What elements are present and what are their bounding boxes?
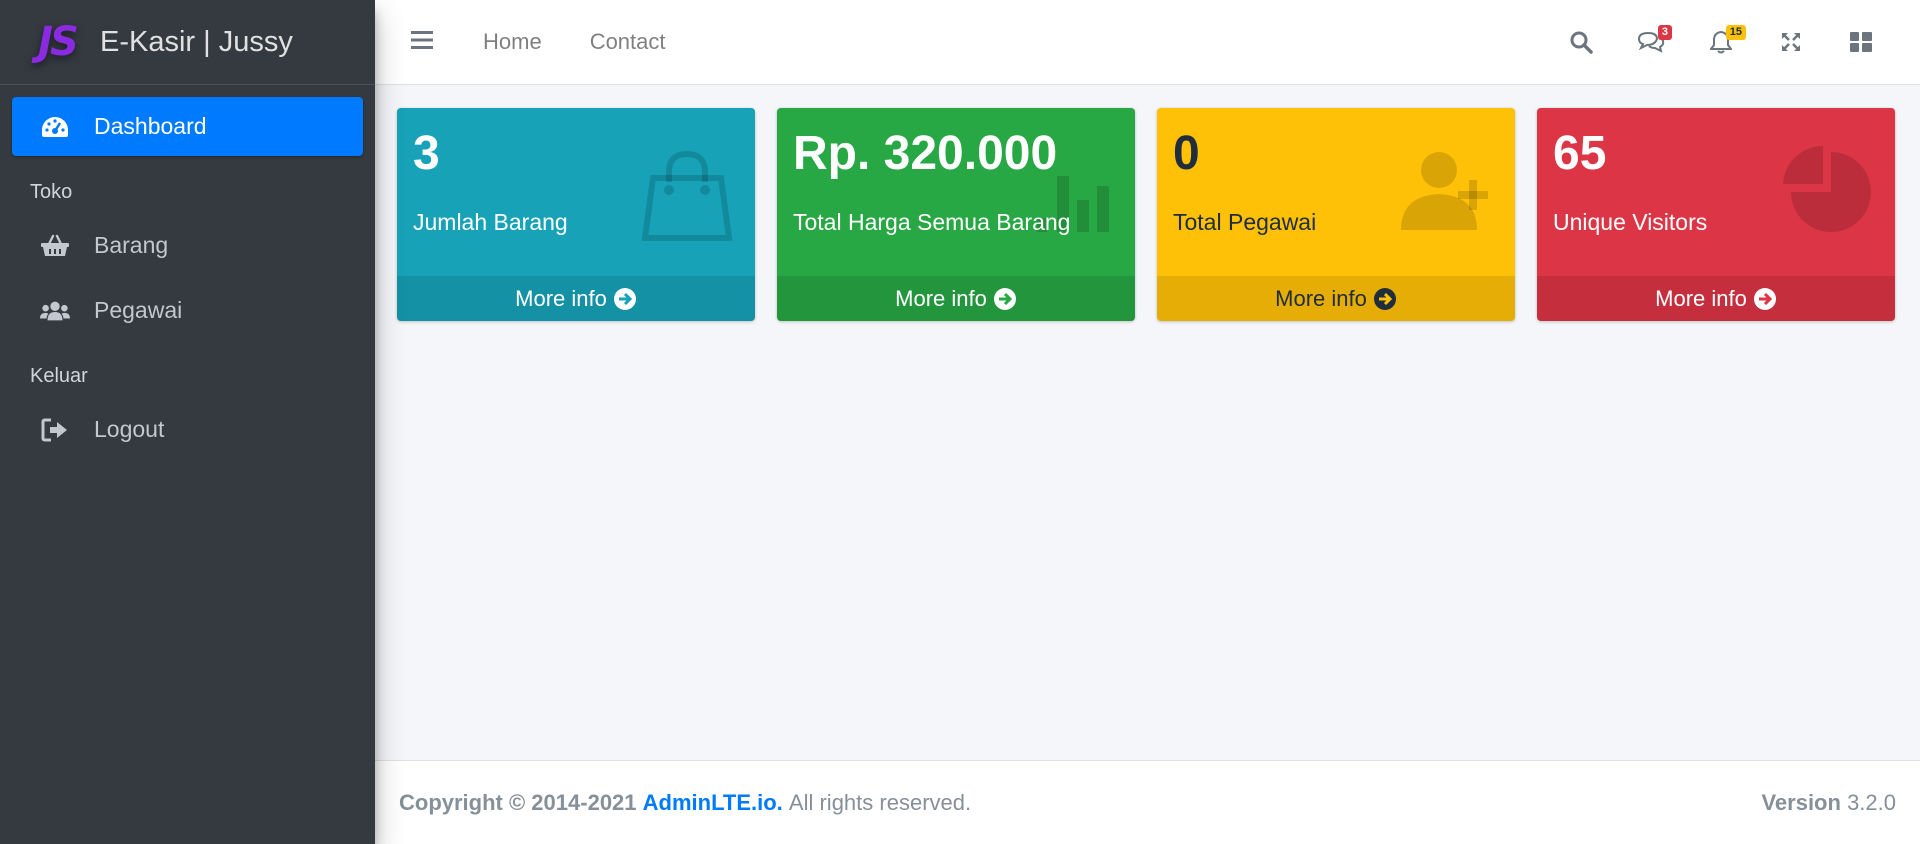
messages-icon[interactable]: 3 — [1616, 17, 1686, 67]
card-value: Rp. 320.000 — [793, 127, 1058, 180]
navbar-right: 3 15 — [1546, 17, 1896, 67]
arrow-circle-right-icon — [993, 287, 1017, 311]
search-icon[interactable] — [1546, 17, 1616, 67]
fullscreen-icon[interactable] — [1756, 17, 1826, 67]
arrow-circle-right-icon — [613, 287, 637, 311]
tachometer-icon — [40, 113, 70, 141]
sidebar-nav: Dashboard Toko Barang Pegawai Keluar Log… — [0, 85, 375, 459]
messages-badge: 3 — [1657, 25, 1672, 40]
users-icon — [40, 297, 70, 325]
sidebar-item-logout[interactable]: Logout — [12, 400, 363, 459]
copyright-text: Copyright © 2014-2021 — [399, 789, 637, 815]
arrow-circle-right-icon — [1373, 287, 1397, 311]
sidebar-item-label: Barang — [94, 232, 169, 258]
sidebar-item-pegawai[interactable]: Pegawai — [12, 281, 363, 340]
card-value: 0 — [1173, 127, 1200, 180]
card-label: Unique Visitors — [1553, 208, 1708, 235]
top-navbar: Home Contact 3 15 — [375, 0, 1920, 85]
more-info-label: More info — [1275, 285, 1367, 311]
nav-header-toko: Toko — [30, 180, 73, 203]
card-value: 65 — [1553, 127, 1607, 180]
main-footer: Copyright © 2014-2021 AdminLTE.io. All r… — [375, 760, 1920, 844]
sign-out-icon — [40, 416, 70, 444]
card-label: Total Harga Semua Barang — [793, 208, 1071, 235]
card-total-harga: Rp. 320.000 Total Harga Semua Barang Mor… — [777, 108, 1135, 321]
brand-logo: JS — [38, 19, 79, 65]
more-info-label: More info — [515, 285, 607, 311]
nav-link-home[interactable]: Home — [483, 29, 542, 55]
card-value: 3 — [413, 127, 440, 180]
card-unique-visitors: 65 Unique Visitors More info — [1537, 108, 1895, 321]
menu-toggle-icon[interactable] — [411, 30, 435, 54]
card-total-pegawai: 0 Total Pegawai More info — [1157, 108, 1515, 321]
more-info-link[interactable]: More info — [1537, 276, 1895, 321]
card-label: Jumlah Barang — [413, 208, 568, 235]
basket-icon — [40, 232, 70, 260]
notifications-badge: 15 — [1725, 25, 1746, 40]
more-info-label: More info — [1655, 285, 1747, 311]
sidebar-item-label: Dashboard — [94, 113, 207, 139]
more-info-link[interactable]: More info — [777, 276, 1135, 321]
rights-text: All rights reserved. — [788, 789, 972, 815]
more-info-link[interactable]: More info — [397, 276, 755, 321]
sidebar-item-label: Logout — [94, 416, 165, 442]
bell-icon[interactable]: 15 — [1686, 17, 1756, 67]
sidebar-item-label: Pegawai — [94, 297, 183, 323]
more-info-label: More info — [895, 285, 987, 311]
nav-header-keluar: Keluar — [30, 364, 88, 387]
control-sidebar-icon[interactable] — [1826, 17, 1896, 67]
adminlte-link[interactable]: AdminLTE.io. — [643, 790, 783, 816]
main-sidebar: JS E-Kasir | Jussy Dashboard Toko Barang… — [0, 0, 375, 844]
nav-link-contact[interactable]: Contact — [590, 29, 666, 55]
card-label: Total Pegawai — [1173, 208, 1317, 235]
sidebar-item-barang[interactable]: Barang — [12, 216, 363, 275]
version-label: Version — [1761, 789, 1841, 815]
brand-link[interactable]: JS E-Kasir | Jussy — [0, 0, 375, 85]
card-jumlah-barang: 3 Jumlah Barang More info — [397, 108, 755, 321]
sidebar-item-dashboard[interactable]: Dashboard — [12, 97, 363, 156]
arrow-circle-right-icon — [1753, 287, 1777, 311]
version-number: 3.2.0 — [1847, 789, 1896, 815]
content-wrapper: 3 Jumlah Barang More info Rp. 320.000 To… — [375, 85, 1920, 760]
version-info: Version 3.2.0 — [1761, 790, 1896, 816]
brand-name: E-Kasir | Jussy — [100, 25, 293, 58]
more-info-link[interactable]: More info — [1157, 276, 1515, 321]
